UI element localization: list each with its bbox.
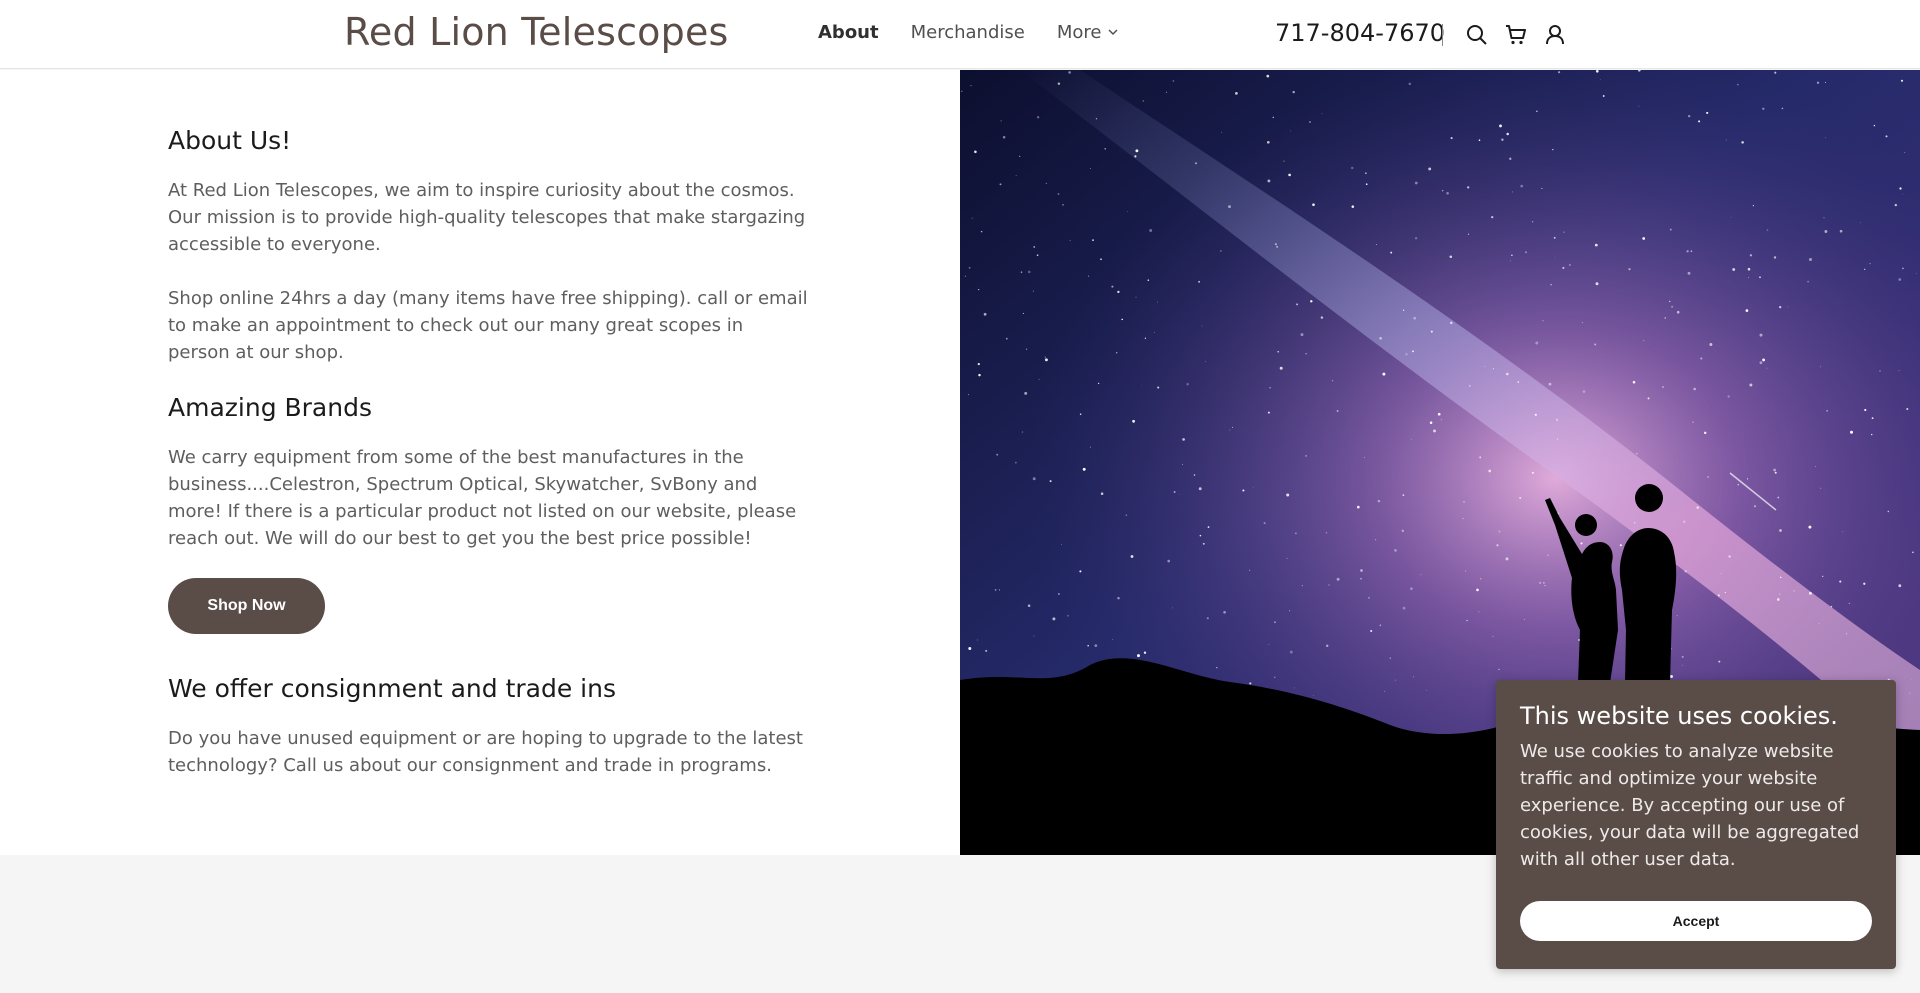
phone-number[interactable]: 717-804-7670: [1275, 19, 1445, 47]
cookie-banner: This website uses cookies. We use cookie…: [1496, 680, 1896, 969]
nav-merchandise-label: Merchandise: [910, 22, 1025, 43]
nav-about-label: About: [818, 22, 879, 43]
nav-more-label: More: [1056, 22, 1102, 43]
consignment-heading: We offer consignment and trade ins: [168, 674, 616, 703]
cookie-title: This website uses cookies.: [1520, 702, 1838, 730]
shop-now-button[interactable]: Shop Now: [168, 578, 325, 634]
header-divider: [1442, 24, 1443, 46]
about-paragraph-2: Shop online 24hrs a day (many items have…: [168, 288, 808, 363]
about-paragraph-1: At Red Lion Telescopes, we aim to inspir…: [168, 180, 806, 255]
about-heading: About Us!: [168, 126, 292, 155]
accept-cookies-button[interactable]: Accept: [1520, 901, 1872, 941]
nav-about[interactable]: About: [818, 22, 879, 43]
brands-heading: Amazing Brands: [168, 393, 372, 422]
search-icon[interactable]: [1465, 23, 1489, 47]
brands-paragraph: We carry equipment from some of the best…: [168, 447, 797, 549]
site-header: Red Lion Telescopes About Merchandise Mo…: [0, 0, 1920, 69]
cookie-body: We use cookies to analyze website traffi…: [1520, 741, 1860, 870]
nav-more[interactable]: More: [1057, 22, 1120, 43]
consignment-paragraph: Do you have unused equipment or are hopi…: [168, 728, 803, 776]
main-nav: About Merchandise More: [818, 22, 1119, 43]
about-content: About Us! At Red Lion Telescopes, we aim…: [168, 126, 808, 806]
site-title[interactable]: Red Lion Telescopes: [344, 10, 729, 54]
chevron-down-icon: [1107, 22, 1119, 43]
nav-merchandise[interactable]: Merchandise: [911, 22, 1025, 43]
cart-icon[interactable]: [1504, 23, 1528, 47]
account-icon[interactable]: [1543, 23, 1567, 47]
